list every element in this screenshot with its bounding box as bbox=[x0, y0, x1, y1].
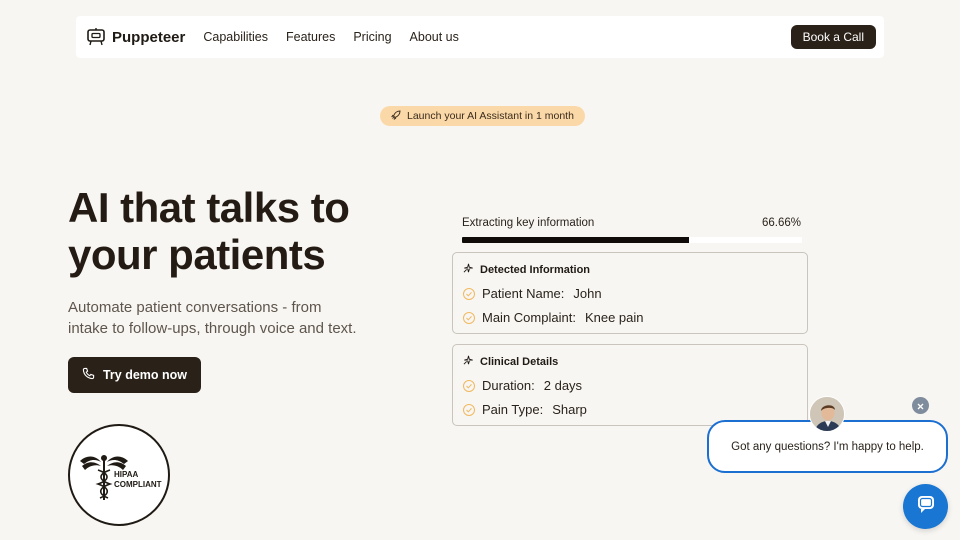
book-a-call-button[interactable]: Book a Call bbox=[790, 25, 876, 49]
field-value: Knee pain bbox=[584, 310, 644, 325]
hipaa-compliant-seal: HIPAA COMPLIANT bbox=[68, 424, 170, 526]
field-row: Patient Name: John bbox=[463, 286, 602, 301]
chat-launcher-button[interactable] bbox=[903, 484, 948, 529]
progress-bar-fill bbox=[462, 237, 689, 243]
field-key: Duration: bbox=[482, 378, 535, 393]
field-value: John bbox=[573, 286, 602, 301]
close-chat-button[interactable] bbox=[912, 397, 929, 414]
puppeteer-logo-icon bbox=[86, 27, 106, 47]
hero-title-line-1: AI that talks to bbox=[68, 184, 350, 231]
card-header: Detected Information bbox=[463, 263, 590, 277]
sparkle-icon bbox=[463, 355, 474, 369]
field-row: Pain Type: Sharp bbox=[463, 402, 587, 417]
hipaa-text: HIPAA COMPLIANT bbox=[114, 470, 162, 490]
chat-icon bbox=[915, 493, 937, 520]
card-header: Clinical Details bbox=[463, 355, 558, 369]
check-circle-icon bbox=[463, 311, 475, 324]
hipaa-line-2: COMPLIANT bbox=[114, 480, 162, 489]
badge-text: Launch your AI Assistant in 1 month bbox=[407, 110, 574, 122]
agent-avatar bbox=[809, 396, 845, 432]
check-circle-icon bbox=[463, 287, 475, 300]
top-navbar: Puppeteer Capabilities Features Pricing … bbox=[76, 16, 884, 58]
progress-bar bbox=[462, 237, 802, 243]
nav-links: Capabilities Features Pricing About us bbox=[203, 30, 459, 44]
close-icon bbox=[917, 397, 924, 415]
field-key: Pain Type: bbox=[482, 402, 544, 417]
nav-features[interactable]: Features bbox=[286, 30, 335, 44]
sparkle-icon bbox=[463, 263, 474, 277]
hero-subtitle-line-1: Automate patient conversations - from bbox=[68, 299, 322, 316]
try-demo-button[interactable]: Try demo now bbox=[68, 357, 201, 393]
hero-subtitle: Automate patient conversations - from in… bbox=[68, 297, 388, 339]
detected-information-card: Detected Information Patient Name: John … bbox=[452, 252, 808, 334]
card-title: Detected Information bbox=[480, 264, 591, 276]
field-key: Patient Name: bbox=[482, 286, 565, 301]
field-value: Sharp bbox=[552, 402, 587, 417]
phone-icon bbox=[82, 367, 95, 383]
hipaa-line-1: HIPAA bbox=[114, 470, 139, 479]
hero-title-line-2: your patients bbox=[68, 231, 326, 278]
hero-title: AI that talks to your patients bbox=[68, 184, 408, 278]
nav-pricing[interactable]: Pricing bbox=[353, 30, 391, 44]
check-circle-icon bbox=[463, 403, 475, 416]
field-value: 2 days bbox=[543, 378, 583, 393]
field-key: Main Complaint: bbox=[482, 310, 576, 325]
field-row: Main Complaint: Knee pain bbox=[463, 310, 644, 325]
nav-capabilities[interactable]: Capabilities bbox=[203, 30, 268, 44]
clinical-details-card: Clinical Details Duration: 2 days Pain T… bbox=[452, 344, 808, 426]
field-row: Duration: 2 days bbox=[463, 378, 582, 393]
try-demo-label: Try demo now bbox=[102, 368, 188, 382]
nav-about-us[interactable]: About us bbox=[410, 30, 459, 44]
card-title: Clinical Details bbox=[480, 356, 559, 368]
brand-name: Puppeteer bbox=[112, 28, 186, 46]
rocket-icon bbox=[390, 109, 401, 123]
landing-page: Puppeteer Capabilities Features Pricing … bbox=[0, 0, 960, 540]
progress-label: Extracting key information bbox=[462, 217, 595, 229]
hero-subtitle-line-2: intake to follow-ups, through voice and … bbox=[68, 320, 357, 337]
launch-badge: Launch your AI Assistant in 1 month bbox=[380, 106, 585, 126]
progress-value: 66.66% bbox=[762, 217, 802, 229]
brand-logo[interactable]: Puppeteer bbox=[86, 27, 185, 47]
chat-greeting-text: Got any questions? I'm happy to help. bbox=[731, 440, 924, 453]
check-circle-icon bbox=[463, 379, 475, 392]
